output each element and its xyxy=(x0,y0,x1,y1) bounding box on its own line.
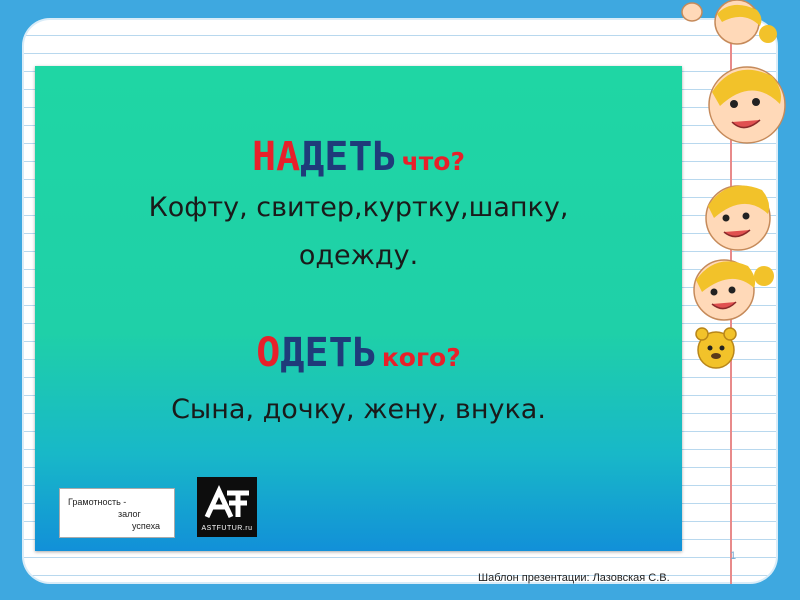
cartoon-kids-illustration xyxy=(681,0,786,369)
verb-nadet: НАДЕТЬ xyxy=(252,134,397,180)
example-line-2: одежду. xyxy=(298,240,419,271)
logo-word-1: Грамотность - xyxy=(68,497,127,507)
verb-line-2: ОДЕТЬ кого? xyxy=(35,330,682,376)
verb-line-1: НАДЕТЬ что? xyxy=(35,134,682,180)
logo-word-2: залог xyxy=(118,509,141,519)
astfutur-caption: ASTFUTUR.ru xyxy=(201,525,253,532)
astfutur-logo: ASTFUTUR.ru xyxy=(197,477,257,537)
verb-nadet-prefix: НА xyxy=(252,134,301,180)
verb-odet-prefix: О xyxy=(256,330,281,376)
example-line-3: Сына, дочку, жену, внука. xyxy=(171,394,546,425)
verb-nadet-rest: ДЕТЬ xyxy=(300,134,397,180)
question-chto: что? xyxy=(401,147,465,176)
question-kogo: кого? xyxy=(381,343,461,372)
gramotnost-logo: Грамотность - залог успеха xyxy=(59,488,175,538)
template-credit: Шаблон презентации: Лазовская С.В. xyxy=(478,572,670,584)
logo-word-3: успеха xyxy=(132,521,160,531)
example-line-1: Кофту, свитер,куртку,шапку, xyxy=(148,192,569,223)
verb-odet: ОДЕТЬ xyxy=(256,330,376,376)
slide-panel: НАДЕТЬ что? Кофту, свитер,куртку,шапку, … xyxy=(35,66,682,551)
verb-odet-rest: ДЕТЬ xyxy=(280,330,377,376)
slide-number: 1 xyxy=(730,550,737,562)
